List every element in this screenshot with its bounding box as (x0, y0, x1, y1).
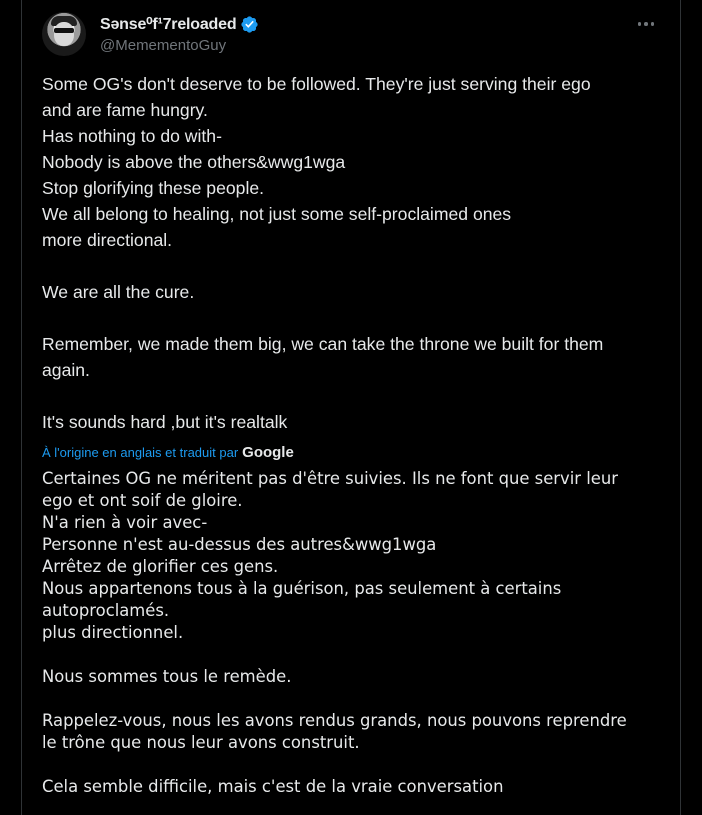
tweet-text-line: We are all the cure. (42, 282, 195, 302)
translation-attribution: À l'origine en anglais et traduit par Go… (42, 444, 294, 461)
tweet-text-line: It's sounds hard ,but it's realtalk (42, 412, 288, 432)
tweet-text-line: Has nothing to do with- (42, 126, 222, 146)
tweet-text-line: Nobody is above the others&wwg1wga (42, 152, 346, 172)
translation-link[interactable]: À l'origine en anglais et traduit par (42, 445, 238, 460)
tweet-text-line: Stop glorifying these people. (42, 178, 265, 198)
tweet-text-line: and are fame hungry. (42, 100, 208, 120)
tweet-text-line: more directional. (42, 230, 173, 250)
avatar[interactable] (42, 12, 86, 56)
translated-text-line: ego et ont soif de gloire. (42, 491, 243, 510)
translated-text-line: Certaines OG ne méritent pas d'être suiv… (42, 469, 619, 488)
tweet-text-line: Remember, we made them big, we can take … (42, 334, 604, 354)
translated-text-line: Nous sommes tous le remède. (42, 667, 292, 686)
tweet-text-line: We all belong to healing, not just some … (42, 204, 512, 224)
tweet-text-line: again. (42, 360, 90, 380)
translated-text-line: Nous appartenons tous à la guérison, pas… (42, 579, 562, 598)
verified-badge-icon (240, 15, 259, 34)
translated-text-line: Rappelez-vous, nous les avons rendus gra… (42, 711, 627, 730)
tweet-text-line: Some OG's don't deserve to be followed. … (42, 74, 591, 94)
tweet-text: Some OG's don't deserve to be followed. … (42, 71, 664, 435)
translated-text-line: Personne n'est au-dessus des autres&wwg1… (42, 535, 437, 554)
translated-text: Certaines OG ne méritent pas d'être suiv… (42, 468, 664, 798)
name-row: Sənse⁰f¹7reloaded (100, 14, 259, 34)
translated-text-line: plus directionnel. (42, 623, 184, 642)
translated-text-line: Cela semble difficile, mais c'est de la … (42, 777, 504, 796)
more-horizontal-icon[interactable] (630, 12, 662, 36)
tweet-header: Sənse⁰f¹7reloaded @MemementoGuy (42, 12, 664, 56)
translated-text-line: N'a rien à voir avec- (42, 513, 208, 532)
google-logo: Google (242, 444, 294, 461)
translated-text-line: Arrêtez de glorifier ces gens. (42, 557, 279, 576)
translated-text-line: le trône que nous leur avons construit. (42, 733, 360, 752)
tweet-container: Sənse⁰f¹7reloaded @MemementoGuy Some OG'… (21, 0, 681, 815)
translated-text-line: autoproclamés. (42, 601, 170, 620)
user-handle[interactable]: @MemementoGuy (100, 37, 226, 54)
display-name[interactable]: Sənse⁰f¹7reloaded (100, 14, 237, 34)
